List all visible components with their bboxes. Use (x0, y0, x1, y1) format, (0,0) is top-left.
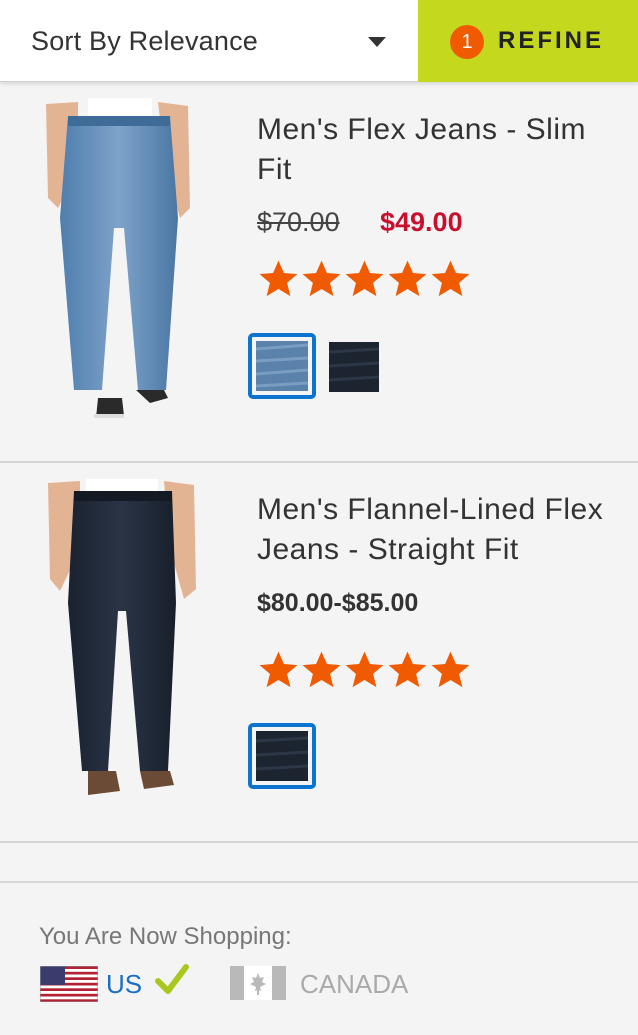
caret-down-icon (368, 37, 386, 47)
price-range: $80.00-$85.00 (257, 589, 419, 617)
product-card[interactable]: Men's Flannel-Lined Flex Jeans - Straigh… (0, 463, 638, 843)
product-image[interactable] (44, 479, 200, 799)
refine-button[interactable]: 1 REFINE (418, 0, 638, 82)
star-icon (388, 260, 427, 297)
sale-price: $49.00 (380, 207, 463, 237)
canada-flag-icon[interactable] (230, 966, 286, 1000)
shopping-label: You Are Now Shopping: (39, 923, 292, 950)
sort-label: Sort By Relevance (31, 25, 259, 56)
us-flag-icon[interactable] (40, 966, 98, 1002)
product-image[interactable] (38, 98, 198, 423)
sort-dropdown[interactable]: Sort By Relevance (0, 0, 418, 82)
star-icon (345, 260, 384, 297)
denim-swatch-icon (256, 341, 308, 391)
swatch-dark-rinse[interactable] (329, 342, 379, 392)
product-name[interactable]: Men's Flex Jeans - Slim Fit (257, 110, 627, 190)
toolbar: Sort By Relevance 1 REFINE (0, 0, 638, 82)
star-rating (257, 258, 472, 300)
star-icon (302, 260, 341, 297)
country-us-link[interactable]: US (106, 969, 142, 1000)
divider (0, 843, 638, 883)
original-price: $70.00 (257, 207, 340, 237)
star-icon (259, 651, 298, 688)
star-icon (388, 651, 427, 688)
refine-label: REFINE (498, 27, 605, 54)
country-selector: You Are Now Shopping: US CANADA (0, 885, 638, 1035)
star-icon (259, 260, 298, 297)
denim-swatch-icon (256, 731, 308, 781)
checkmark-icon (155, 964, 189, 994)
star-icon (345, 651, 384, 688)
product-card[interactable]: Men's Flex Jeans - Slim Fit $70.00 $49.0… (0, 82, 638, 463)
refine-count-badge: 1 (450, 25, 484, 59)
country-canada-link[interactable]: CANADA (300, 969, 408, 1000)
swatch-dark-rinse[interactable] (248, 723, 316, 789)
product-name[interactable]: Men's Flannel-Lined Flex Jeans - Straigh… (257, 490, 627, 570)
star-icon (302, 651, 341, 688)
swatch-light-indigo[interactable] (248, 333, 316, 399)
star-icon (431, 260, 470, 297)
star-icon (431, 651, 470, 688)
star-rating (257, 649, 472, 691)
denim-swatch-icon (329, 342, 379, 392)
